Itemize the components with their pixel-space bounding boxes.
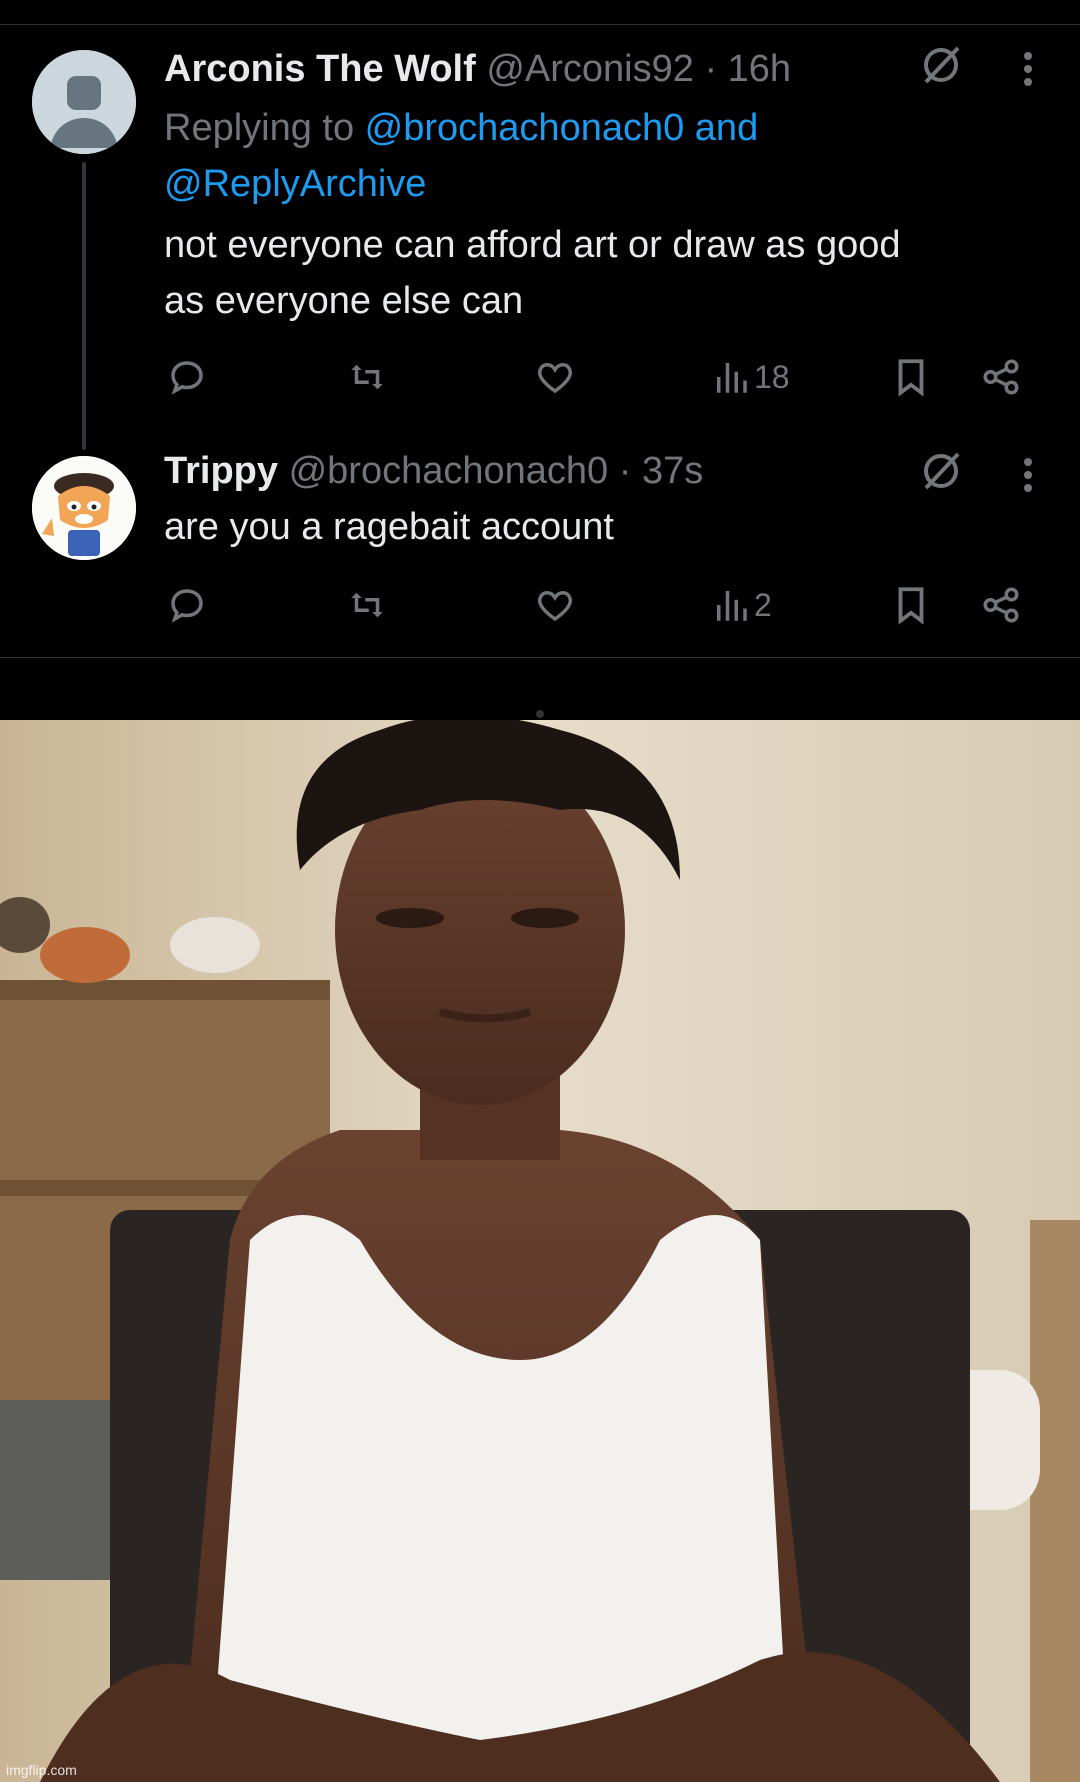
- more-icon[interactable]: [1022, 456, 1034, 504]
- bookmark-button[interactable]: [890, 352, 932, 402]
- page-dot: [536, 710, 544, 718]
- grok-icon[interactable]: [918, 42, 964, 98]
- tweet-text-line: not everyone can afford art or draw as g…: [164, 224, 901, 266]
- bookmark-button[interactable]: [890, 580, 932, 630]
- tweet-text-line: as everyone else can: [164, 280, 524, 322]
- tweet-header: Arconis The Wolf @Arconis92 · 16h: [164, 48, 791, 91]
- author-name[interactable]: Arconis The Wolf: [164, 48, 476, 90]
- watermark: imgflip.com: [6, 1762, 77, 1778]
- more-icon[interactable]: [1022, 50, 1034, 98]
- share-icon: [983, 587, 1019, 623]
- timestamp[interactable]: · 37s: [619, 450, 703, 492]
- bookmark-icon: [898, 587, 924, 625]
- action-bar: 18: [164, 352, 1044, 402]
- divider: [0, 657, 1080, 658]
- tweet-text-line: are you a ragebait account: [164, 506, 614, 548]
- like-button[interactable]: [534, 352, 576, 402]
- retweet-button[interactable]: [346, 580, 388, 630]
- bookmark-icon: [898, 359, 924, 397]
- reply-button[interactable]: [166, 580, 208, 630]
- grok-icon[interactable]: [918, 448, 964, 504]
- retweet-icon: [351, 592, 383, 618]
- share-button[interactable]: [980, 580, 1022, 630]
- retweet-button[interactable]: [346, 352, 388, 402]
- views-icon: [717, 591, 747, 621]
- views-count: 2: [754, 586, 772, 623]
- share-button[interactable]: [980, 352, 1022, 402]
- avatar-trippy[interactable]: [32, 456, 136, 560]
- views-button[interactable]: 2: [710, 580, 772, 630]
- timestamp[interactable]: · 16h: [704, 48, 791, 90]
- author-name[interactable]: Trippy: [164, 450, 278, 492]
- reply-icon: [171, 361, 203, 395]
- reply-button[interactable]: [166, 352, 208, 402]
- tweet-text: are you a ragebait account: [164, 499, 1024, 555]
- replying-prefix: Replying to: [164, 107, 365, 149]
- reaction-photo: imgflip.com: [0, 720, 1080, 1782]
- views-button[interactable]: 18: [710, 352, 790, 402]
- views-count: 18: [754, 358, 790, 395]
- avatar-default[interactable]: [32, 50, 136, 154]
- heart-icon: [538, 590, 572, 622]
- reply-icon: [171, 589, 203, 623]
- like-button[interactable]: [534, 580, 576, 630]
- author-handle[interactable]: @brochachonach0: [289, 450, 609, 492]
- divider: [0, 24, 1080, 25]
- heart-icon: [538, 362, 572, 394]
- share-icon: [983, 359, 1019, 395]
- tweet-thread: Arconis The Wolf @Arconis92 · 16h Replyi…: [0, 0, 1080, 720]
- thread-line: [82, 162, 86, 450]
- action-bar: 2: [164, 580, 1044, 630]
- tweet-header: Trippy @brochachonach0 · 37s: [164, 450, 703, 493]
- author-handle[interactable]: @Arconis92: [486, 48, 694, 90]
- replying-to: Replying to @brochachonach0 and @ReplyAr…: [164, 100, 884, 212]
- tweet-text: not everyone can afford art or draw as g…: [164, 217, 1024, 329]
- retweet-icon: [351, 364, 383, 390]
- views-icon: [717, 363, 747, 393]
